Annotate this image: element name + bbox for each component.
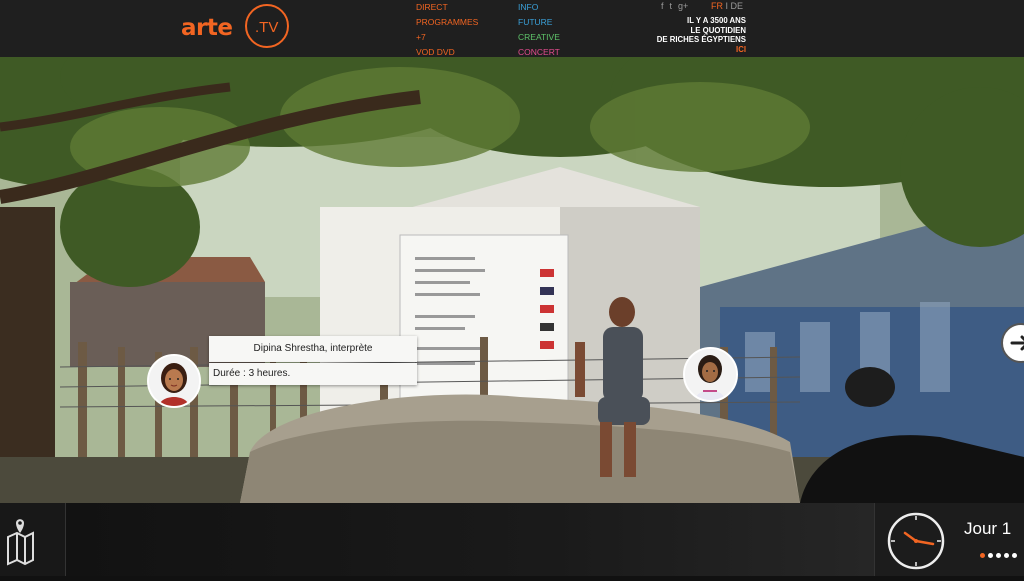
day-dot[interactable] <box>1012 553 1017 558</box>
lang-fr[interactable]: FR <box>711 1 723 11</box>
promo-line-3: DE RICHES ÉGYPTIENS <box>656 35 746 44</box>
next-scene-button[interactable] <box>1001 323 1024 363</box>
avatar-portrait-icon <box>685 349 736 400</box>
avatar-portrait-icon <box>149 356 199 406</box>
clock-icon <box>887 512 945 570</box>
day-dot[interactable] <box>988 553 993 558</box>
character-avatar-dipina[interactable] <box>147 354 201 408</box>
character-name-tooltip: Dipina Shrestha, interprète <box>209 336 417 362</box>
map-pin-icon <box>7 519 34 566</box>
character-avatar-2[interactable] <box>683 347 738 402</box>
logo-word: arte <box>181 15 233 41</box>
lang-de[interactable]: DE <box>731 1 744 11</box>
nav-plus7[interactable]: +7 <box>416 30 478 45</box>
primary-nav: DIRECT PROGRAMMES +7 VOD DVD <box>416 0 478 60</box>
logo-tv: .TV <box>255 19 279 36</box>
promo-line-1: IL Y A 3500 ANS <box>687 16 746 25</box>
twitter-icon[interactable]: t <box>670 0 673 12</box>
facebook-icon[interactable]: f <box>661 0 664 12</box>
secondary-nav: INFO FUTURE CREATIVE CONCERT <box>518 0 560 60</box>
character-duration: Durée : 3 heures. <box>209 363 417 385</box>
day-panel: Jour 1 <box>874 503 1024 576</box>
timeline-strip[interactable] <box>66 503 874 576</box>
language-switch: FR I DE <box>711 0 743 12</box>
top-bar: arte .TV DIRECT PROGRAMMES +7 VOD DVD IN… <box>0 0 1024 57</box>
day-dot[interactable] <box>996 553 1001 558</box>
arte-tv-logo[interactable]: arte .TV <box>181 4 289 48</box>
google-plus-icon[interactable]: g+ <box>678 0 688 12</box>
nav-direct[interactable]: DIRECT <box>416 0 478 15</box>
day-pagination <box>980 553 1017 558</box>
lang-separator: I <box>725 1 729 11</box>
map-button[interactable] <box>0 503 66 576</box>
nav-programmes[interactable]: PROGRAMMES <box>416 15 478 30</box>
nav-info[interactable]: INFO <box>518 0 560 15</box>
bottom-bar: Jour 1 <box>0 503 1024 576</box>
video-scene: Dipina Shrestha, interprète Durée : 3 he… <box>0 57 1024 503</box>
day-label: Jour 1 <box>964 519 1012 538</box>
day-dot[interactable] <box>1004 553 1009 558</box>
nav-creative[interactable]: CREATIVE <box>518 30 560 45</box>
promo-teaser[interactable]: IL Y A 3500 ANS LE QUOTIDIEN DE RICHES É… <box>657 16 746 54</box>
scene-illustration <box>0 57 1024 503</box>
day-dot[interactable] <box>980 553 985 558</box>
nav-future[interactable]: FUTURE <box>518 15 560 30</box>
promo-link[interactable]: ICI <box>657 45 746 55</box>
social-links: f t g+ <box>661 0 688 12</box>
arrow-right-icon <box>1010 335 1024 351</box>
promo-line-2: LE QUOTIDIEN <box>690 25 746 35</box>
